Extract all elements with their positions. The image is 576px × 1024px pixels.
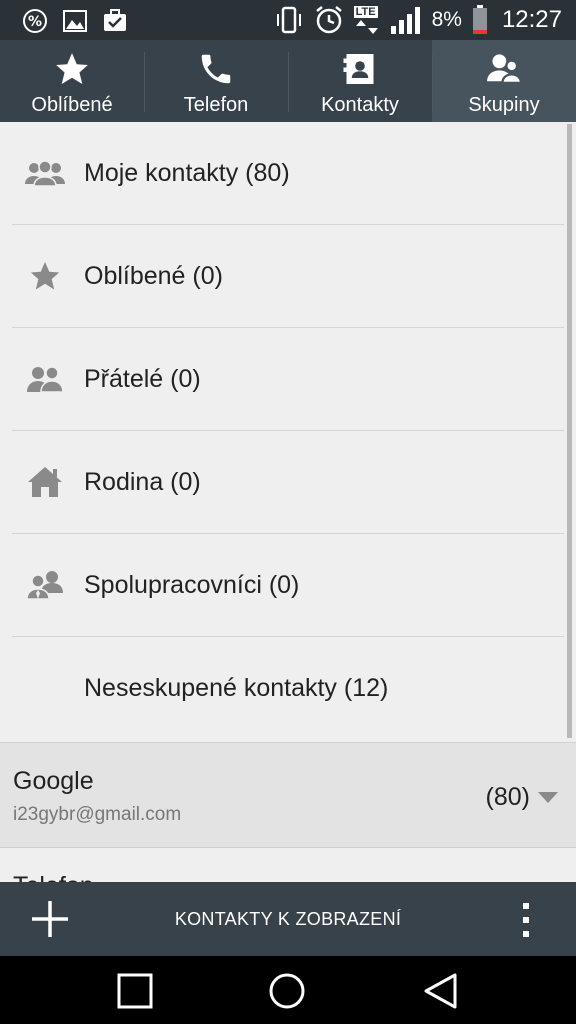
image-icon	[63, 10, 87, 32]
account-count: (80)	[485, 783, 530, 811]
icon-slot	[24, 464, 66, 500]
status-bar: % LTE 8% 12:27	[0, 0, 576, 40]
group-row-coworkers[interactable]: Spolupracovníci (0)	[0, 534, 576, 637]
account-name: Google	[13, 767, 94, 795]
icon-slot	[24, 155, 66, 191]
tab-label: Telefon	[183, 94, 249, 116]
system-icons: LTE 8% 12:27	[274, 5, 562, 34]
group-label: Rodina (0)	[84, 468, 201, 496]
alarm-icon	[315, 6, 342, 34]
battery-percent: 8%	[431, 8, 462, 31]
tab-groups[interactable]: Skupiny	[432, 40, 576, 122]
percent-badge-icon: %	[23, 9, 47, 33]
icon-slot	[24, 258, 66, 294]
coworkers-icon	[26, 571, 63, 600]
star-icon	[56, 53, 88, 85]
add-icon[interactable]	[30, 899, 70, 939]
group-row-my-contacts[interactable]: Moje kontakty (80)	[0, 122, 576, 225]
scrollbar[interactable]	[567, 124, 572, 738]
recent-apps-icon[interactable]	[116, 972, 154, 1010]
notification-icons: %	[22, 8, 128, 34]
icon-slot	[24, 361, 66, 397]
data-arrows-icon	[355, 20, 378, 34]
account-name: Telefon	[13, 872, 94, 882]
group-label: Moje kontakty (80)	[84, 159, 290, 187]
icon-slot	[24, 567, 66, 603]
signal-icon	[390, 7, 420, 34]
group-list: Moje kontakty (80) Oblíbené (0) Přátelé …	[0, 122, 576, 740]
group-label: Přátelé (0)	[84, 365, 201, 393]
group-row-ungrouped[interactable]: Neseskupené kontakty (12)	[0, 637, 576, 740]
tab-label: Oblíbené	[31, 94, 113, 116]
friends-icon	[27, 366, 64, 393]
phone-icon	[201, 54, 231, 84]
contacts-to-display-button[interactable]: KONTAKTY K ZOBRAZENÍ	[120, 882, 456, 956]
vibrate-icon	[276, 6, 301, 34]
battery-low-icon	[472, 5, 487, 34]
tab-label: Kontakty	[321, 94, 399, 116]
account-header-google[interactable]: Google i23gybr@gmail.com (80)	[0, 742, 576, 848]
tab-favorites[interactable]: Oblíbené	[0, 40, 144, 122]
tab-label: Skupiny	[468, 94, 540, 116]
account-email: i23gybr@gmail.com	[13, 804, 182, 825]
star-icon	[30, 261, 60, 290]
group-label: Neseskupené kontakty (12)	[84, 674, 389, 702]
lte-icon: LTE	[353, 6, 380, 34]
group-label: Oblíbené (0)	[84, 262, 223, 290]
group-row-family[interactable]: Rodina (0)	[0, 431, 576, 534]
tab-phone[interactable]: Telefon	[144, 40, 288, 122]
my-contacts-icon	[25, 160, 65, 187]
bottom-action-bar: KONTAKTY K ZOBRAZENÍ	[0, 882, 576, 956]
more-options-icon[interactable]	[520, 902, 532, 938]
group-row-friends[interactable]: Přátelé (0)	[0, 328, 576, 431]
group-icon	[487, 54, 523, 84]
lte-label: LTE	[353, 6, 378, 18]
tab-bar: Oblíbené Telefon Kontakty Skupiny	[0, 40, 576, 122]
contact-card-icon	[343, 54, 374, 84]
account-header-phone[interactable]: Telefon	[0, 848, 576, 882]
svg-text:%: %	[28, 14, 42, 30]
briefcase-check-icon	[104, 9, 126, 31]
navigation-bar	[0, 956, 576, 1024]
back-icon[interactable]	[422, 972, 460, 1010]
tab-contacts[interactable]: Kontakty	[288, 40, 432, 122]
home-icon	[28, 467, 62, 497]
home-button-icon[interactable]	[268, 972, 306, 1010]
group-label: Spolupracovníci (0)	[84, 571, 300, 599]
dropdown-arrow-icon[interactable]	[537, 790, 559, 804]
group-row-favorites[interactable]: Oblíbené (0)	[0, 225, 576, 328]
clock: 12:27	[501, 6, 562, 33]
